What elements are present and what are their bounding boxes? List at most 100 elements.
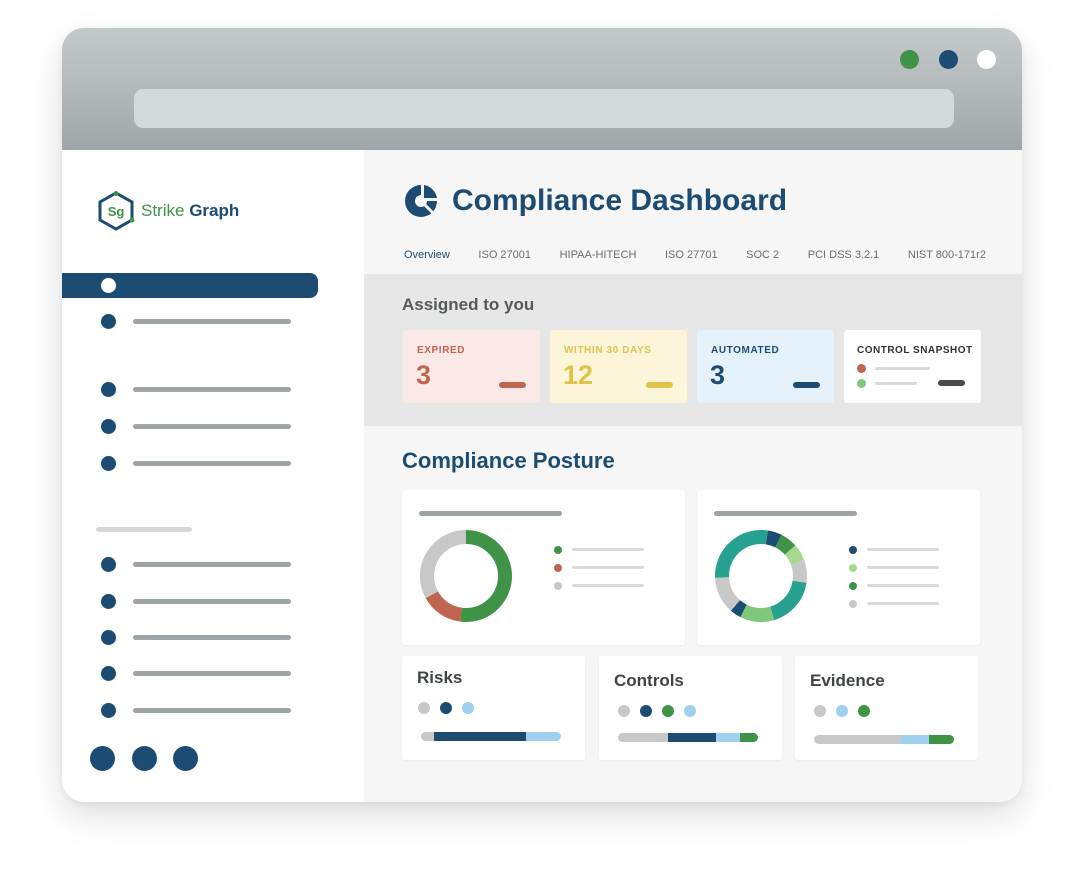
risks-stacked-bar xyxy=(421,732,561,741)
controls-dot xyxy=(684,705,696,717)
posture-chart-card-2[interactable] xyxy=(697,490,980,645)
expired-card[interactable]: EXPIRED 3 xyxy=(403,330,540,403)
legend-dot xyxy=(849,582,857,590)
sidebar-item-placeholder[interactable] xyxy=(133,387,291,392)
window-dot-white[interactable] xyxy=(977,50,996,69)
page-title: Compliance Dashboard xyxy=(452,184,788,217)
nav-dot-icon[interactable] xyxy=(101,419,116,434)
snapshot-line xyxy=(875,382,917,385)
donut-segment-0 xyxy=(765,530,782,548)
legend-dot xyxy=(554,546,562,554)
sidebar-item-placeholder[interactable] xyxy=(133,319,291,324)
brand-name-part2: Graph xyxy=(189,201,240,220)
nav-dot-icon[interactable] xyxy=(101,703,116,718)
evidence-dot xyxy=(858,705,870,717)
tab-iso-27701[interactable]: ISO 27701 xyxy=(665,249,718,261)
donut-chart-2 xyxy=(715,530,807,622)
sidebar-item-placeholder[interactable] xyxy=(133,562,291,567)
tab-pci-dss[interactable]: PCI DSS 3.2.1 xyxy=(808,249,880,261)
nav-dot-icon[interactable] xyxy=(101,594,116,609)
posture-title: Compliance Posture xyxy=(402,448,615,473)
framework-tabs: Overview ISO 27001 HIPAA-HITECH ISO 2770… xyxy=(404,249,986,261)
posture-chart-card-1[interactable] xyxy=(402,490,685,645)
sidebar: Sg Strike Graph xyxy=(62,150,364,802)
window-dot-blue[interactable] xyxy=(939,50,958,69)
sidebar-item-placeholder[interactable] xyxy=(133,461,291,466)
bar-segment-1 xyxy=(668,733,716,742)
donut-segment-3 xyxy=(790,560,807,583)
legend-line xyxy=(867,548,939,551)
window-dot-green[interactable] xyxy=(900,50,919,69)
nav-dot-icon[interactable] xyxy=(101,314,116,329)
legend-dot xyxy=(554,582,562,590)
within-30-days-indicator xyxy=(646,382,673,388)
tab-hipaa-hitech[interactable]: HIPAA-HITECH xyxy=(560,249,637,261)
risks-dot xyxy=(440,702,452,714)
nav-dot-icon[interactable] xyxy=(101,666,116,681)
sidebar-item-placeholder[interactable] xyxy=(133,671,291,676)
sidebar-item-placeholder[interactable] xyxy=(133,424,291,429)
control-snapshot-label: CONTROL SNAPSHOT xyxy=(857,345,973,356)
title-bar xyxy=(62,28,1022,150)
bar-segment-0 xyxy=(814,735,901,744)
footer-circle-icon[interactable] xyxy=(90,746,115,771)
snapshot-red-dot xyxy=(857,364,866,373)
sidebar-item-placeholder[interactable] xyxy=(133,708,291,713)
within-30-days-count: 12 xyxy=(563,360,594,390)
strike-graph-logo[interactable]: Sg Strike Graph xyxy=(96,190,239,232)
legend-line xyxy=(572,548,644,551)
legend-line xyxy=(867,566,939,569)
main-content: Compliance Dashboard Overview ISO 27001 … xyxy=(364,150,1022,802)
footer-circle-icon[interactable] xyxy=(132,746,157,771)
bar-segment-2 xyxy=(525,732,561,741)
legend-dot xyxy=(849,546,857,554)
controls-card[interactable]: Controls xyxy=(599,656,782,760)
legend-dot xyxy=(849,564,857,572)
sidebar-section-header-placeholder xyxy=(96,527,192,532)
donut-segment-2 xyxy=(784,545,805,566)
controls-dot xyxy=(662,705,674,717)
chart-title-placeholder xyxy=(419,511,562,516)
nav-dot-icon[interactable] xyxy=(101,382,116,397)
evidence-dot xyxy=(836,705,848,717)
tab-overview[interactable]: Overview xyxy=(404,249,450,261)
snapshot-indicator xyxy=(938,380,965,386)
donut-segment-7 xyxy=(715,576,741,611)
bar-segment-0 xyxy=(421,732,434,741)
bar-segment-2 xyxy=(928,735,954,744)
bar-segment-1 xyxy=(433,732,526,741)
sidebar-item-placeholder[interactable] xyxy=(133,635,291,640)
automated-card[interactable]: AUTOMATED 3 xyxy=(697,330,834,403)
automated-label: AUTOMATED xyxy=(711,345,780,356)
donut-segment-4 xyxy=(769,580,807,621)
risks-dot xyxy=(462,702,474,714)
controls-dot xyxy=(618,705,630,717)
sidebar-item-placeholder[interactable] xyxy=(133,599,291,604)
donut-segment-0 xyxy=(460,530,512,622)
tab-soc-2[interactable]: SOC 2 xyxy=(746,249,779,261)
bar-segment-2 xyxy=(715,733,740,742)
footer-circle-icon[interactable] xyxy=(173,746,198,771)
controls-stacked-bar xyxy=(618,733,758,742)
nav-dot-icon[interactable] xyxy=(101,456,116,471)
within-30-days-label: WITHIN 30 DAYS xyxy=(564,345,652,356)
tab-iso-27001[interactable]: ISO 27001 xyxy=(478,249,531,261)
legend-dot xyxy=(554,564,562,572)
logo-mark-text: Sg xyxy=(108,204,125,219)
brand-name-part1: Strike xyxy=(141,201,185,220)
within-30-days-card[interactable]: WITHIN 30 DAYS 12 xyxy=(550,330,687,403)
donut-segment-8 xyxy=(715,530,768,578)
automated-count: 3 xyxy=(710,360,726,390)
nav-dot-icon[interactable] xyxy=(101,557,116,572)
brand-name: Strike Graph xyxy=(141,201,239,221)
nav-dot-icon[interactable] xyxy=(101,630,116,645)
bar-segment-0 xyxy=(618,733,669,742)
tab-nist[interactable]: NIST 800-171r2 xyxy=(908,249,986,261)
evidence-card[interactable]: Evidence xyxy=(795,656,978,760)
donut-segment-1 xyxy=(775,534,796,555)
control-snapshot-card[interactable]: CONTROL SNAPSHOT xyxy=(844,330,981,403)
donut-chart-1 xyxy=(420,530,512,622)
address-bar[interactable] xyxy=(134,89,954,128)
risks-card[interactable]: Risks xyxy=(402,656,585,760)
sidebar-item-active[interactable] xyxy=(62,273,318,298)
